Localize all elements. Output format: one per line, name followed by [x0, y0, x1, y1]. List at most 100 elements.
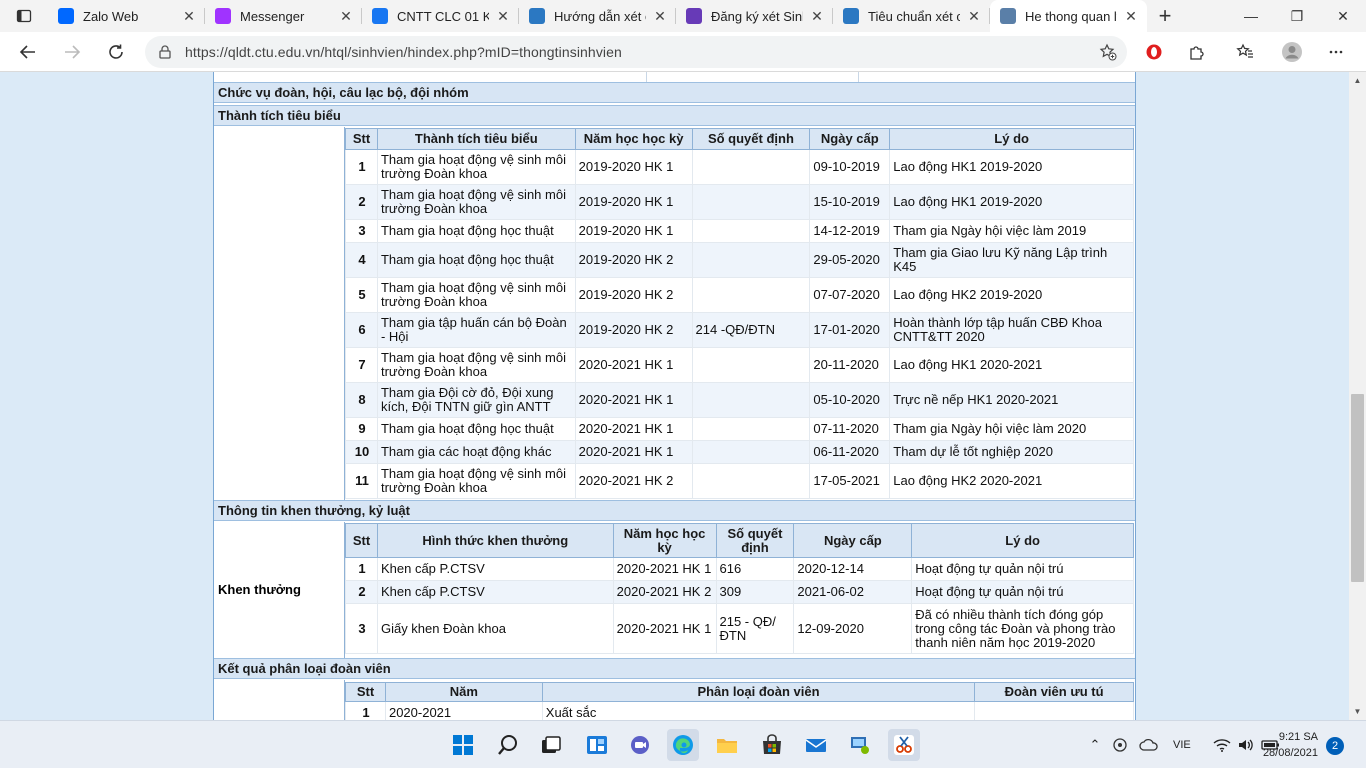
table-cell: Lao động HK2 2020-2021	[889, 463, 1134, 499]
minimize-button[interactable]: —	[1228, 0, 1274, 32]
table-cell: Tham gia hoạt động học thuật	[376, 219, 576, 243]
start-button[interactable]	[447, 729, 479, 761]
table-cell: Tham gia Ngày hội việc làm 2020	[889, 417, 1134, 441]
clock-date: 28/08/2021	[1262, 747, 1318, 759]
scroll-down-arrow[interactable]: ▼	[1349, 703, 1366, 720]
mail-icon	[805, 739, 827, 752]
browser-tab[interactable]: Zalo Web ✕	[48, 0, 205, 32]
column-header: Ngày cấp	[809, 128, 891, 150]
onedrive-icon[interactable]	[1111, 736, 1129, 754]
scroll-up-arrow[interactable]: ▲	[1349, 72, 1366, 89]
table-row: 5 Tham gia hoạt động vệ sinh môi trường Đ…	[345, 277, 1134, 313]
more-menu-icon[interactable]	[1320, 36, 1352, 68]
table-cell: 2020-2021 HK 1	[612, 557, 717, 581]
refresh-button[interactable]	[96, 32, 136, 72]
mail-button[interactable]	[800, 729, 832, 761]
table-cell: Tham gia các hoạt động khác	[376, 440, 576, 464]
column-header: Stt	[345, 523, 378, 558]
column-header: Năm học học kỳ	[612, 523, 717, 558]
wifi-icon[interactable]	[1213, 737, 1231, 753]
widgets-button[interactable]	[581, 729, 613, 761]
teams-chat-button[interactable]	[624, 729, 656, 761]
favorites-icon[interactable]	[1229, 36, 1261, 68]
store-button[interactable]	[756, 729, 788, 761]
tab-close-icon[interactable]: ✕	[181, 8, 197, 25]
table-cell: 2	[345, 184, 378, 220]
browser-tabstrip: Zalo Web✕Messenger✕CNTT CLC 01 K45✕Hướng…	[0, 0, 1366, 32]
tab-title: Hướng dẫn xét ch	[554, 8, 646, 24]
opera-extension-icon[interactable]	[1138, 36, 1170, 68]
table-cell: 2020-2021 HK 1	[612, 603, 717, 654]
snipping-tool-button[interactable]	[888, 729, 920, 761]
table-cell: Tham gia hoạt động học thuật	[376, 417, 576, 441]
address-bar[interactable]: https://qldt.ctu.edu.vn/htql/sinhvien/hi…	[145, 36, 1127, 68]
table-cell: Tham gia hoạt động vệ sinh môi trường Đo…	[376, 149, 576, 185]
table-cell: 1	[345, 149, 378, 185]
section-achievements-heading: Thành tích tiêu biểu	[214, 105, 1135, 126]
show-hidden-icons-icon[interactable]: ⌃	[1083, 737, 1107, 753]
lock-icon[interactable]	[157, 44, 173, 60]
table-cell: Hoạt động tự quản nội trú	[911, 557, 1134, 581]
forward-button[interactable]	[52, 32, 92, 72]
windows-taskbar: ⌃ VIE 9:21 SA 28/08/2021 2	[0, 720, 1366, 768]
notification-badge[interactable]: 2	[1326, 737, 1344, 755]
table-cell: 2	[345, 580, 378, 604]
tab-close-icon[interactable]: ✕	[1123, 8, 1139, 25]
table-cell: Xuất sắc	[541, 701, 976, 720]
table-cell: 215 - QĐ/ ĐTN	[715, 603, 795, 654]
browser-tab[interactable]: Messenger ✕	[205, 0, 362, 32]
table-cell: 1	[345, 557, 378, 581]
tab-close-icon[interactable]: ✕	[495, 8, 511, 25]
search-icon	[498, 735, 517, 755]
add-favorite-icon[interactable]	[1099, 43, 1117, 61]
back-button[interactable]	[8, 32, 48, 72]
scroll-thumb[interactable]	[1351, 394, 1364, 582]
page-icon	[1000, 8, 1016, 24]
tab-actions-icon	[16, 9, 32, 23]
tab-close-icon[interactable]: ✕	[966, 8, 982, 25]
profile-avatar-icon[interactable]	[1276, 36, 1308, 68]
table-row: 7 Tham gia hoạt động vệ sinh môi trường Đ…	[345, 347, 1134, 383]
table-cell: Tham gia hoạt động vệ sinh môi trường Đo…	[376, 347, 576, 383]
control-panel-button[interactable]	[844, 729, 876, 761]
messenger-icon	[215, 8, 231, 24]
file-explorer-button[interactable]	[711, 729, 743, 761]
table-cell: Tham gia Giao lưu Kỹ năng Lập trình K45	[889, 242, 1134, 278]
zalo-icon	[58, 8, 74, 24]
table-cell: Lao động HK1 2019-2020	[889, 149, 1134, 185]
table-cell	[691, 149, 811, 185]
close-window-button[interactable]: ✕	[1320, 0, 1366, 32]
page-scrollbar[interactable]: ▲ ▼	[1349, 72, 1366, 720]
table-cell: Tham gia Đội cờ đỏ, Đội xung kích, Đội T…	[376, 382, 576, 418]
new-tab-button[interactable]: +	[1147, 0, 1183, 32]
edge-taskbar-button[interactable]	[667, 729, 699, 761]
browser-tab[interactable]: Đăng ký xét Sinh ✕	[676, 0, 833, 32]
url-text[interactable]: https://qldt.ctu.edu.vn/htql/sinhvien/hi…	[185, 44, 622, 60]
language-indicator[interactable]: VIE	[1173, 739, 1191, 751]
volume-icon[interactable]	[1237, 737, 1255, 753]
search-button[interactable]	[492, 729, 524, 761]
browser-tab[interactable]: CNTT CLC 01 K45 ✕	[362, 0, 519, 32]
table-cell: Tham gia hoạt động vệ sinh môi trường Đo…	[376, 463, 576, 499]
achievements-table: Stt Thành tích tiêu biểu Năm học học kỳ Số …	[345, 128, 1134, 499]
taskbar-clock[interactable]: 9:21 SA 28/08/2021	[1263, 729, 1318, 761]
table-row: 4 Tham gia hoạt động học thuật 2019-2020 H…	[345, 242, 1134, 278]
table-cell: Khen cấp P.CTSV	[376, 557, 614, 581]
restore-button[interactable]: ❐	[1274, 0, 1320, 32]
tab-close-icon[interactable]: ✕	[809, 8, 825, 25]
table-cell: 2020-12-14	[793, 557, 913, 581]
rewards-label: Khen thưởng	[218, 582, 301, 597]
tab-close-icon[interactable]: ✕	[652, 8, 668, 25]
browser-tab[interactable]: Tiêu chuẩn xét ch ✕	[833, 0, 990, 32]
column-header: Lý do	[911, 523, 1134, 558]
cloud-icon[interactable]	[1139, 737, 1159, 753]
browser-tab[interactable]: Hướng dẫn xét ch ✕	[519, 0, 676, 32]
browser-tab[interactable]: He thong quan ly ✕	[990, 0, 1147, 32]
task-view-button[interactable]	[535, 729, 567, 761]
extensions-icon[interactable]	[1181, 36, 1213, 68]
tab-close-icon[interactable]: ✕	[338, 8, 354, 25]
tab-title: He thong quan ly	[1025, 8, 1117, 24]
tab-actions-button[interactable]	[0, 0, 48, 32]
table-cell: 2020-2021 HK 1	[574, 382, 693, 418]
tab-title: Đăng ký xét Sinh	[711, 8, 803, 24]
